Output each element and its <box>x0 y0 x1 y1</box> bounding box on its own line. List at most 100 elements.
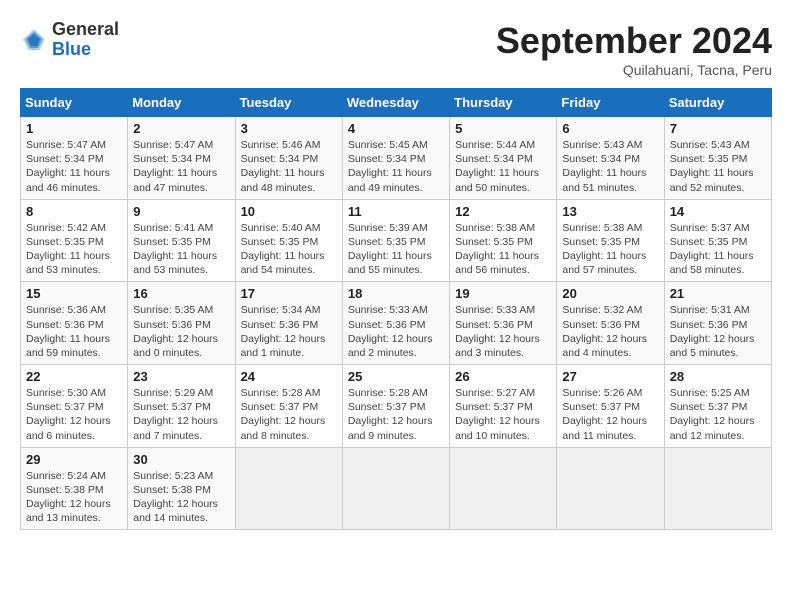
sunset-text: Sunset: 5:36 PM <box>562 319 640 331</box>
sunrise-text: Sunrise: 5:47 AM <box>26 139 106 151</box>
location-subtitle: Quilahuani, Tacna, Peru <box>496 62 772 78</box>
sunset-text: Sunset: 5:34 PM <box>241 153 319 165</box>
daylight-text: Daylight: 12 hours and 5 minutes. <box>670 333 755 359</box>
sunrise-text: Sunrise: 5:40 AM <box>241 222 321 234</box>
sunrise-text: Sunrise: 5:28 AM <box>241 387 321 399</box>
calendar-cell: 25 Sunrise: 5:28 AM Sunset: 5:37 PM Dayl… <box>342 365 449 448</box>
day-number: 9 <box>133 204 229 219</box>
calendar-cell: 29 Sunrise: 5:24 AM Sunset: 5:38 PM Dayl… <box>21 447 128 530</box>
sunset-text: Sunset: 5:38 PM <box>133 484 211 496</box>
daylight-text: Daylight: 12 hours and 0 minutes. <box>133 333 218 359</box>
sunrise-text: Sunrise: 5:32 AM <box>562 304 642 316</box>
sunrise-text: Sunrise: 5:39 AM <box>348 222 428 234</box>
calendar-cell <box>557 447 664 530</box>
day-info: Sunrise: 5:30 AM Sunset: 5:37 PM Dayligh… <box>26 386 122 443</box>
daylight-text: Daylight: 12 hours and 6 minutes. <box>26 415 111 441</box>
day-number: 26 <box>455 369 551 384</box>
day-number: 14 <box>670 204 766 219</box>
calendar-cell: 7 Sunrise: 5:43 AM Sunset: 5:35 PM Dayli… <box>664 117 771 200</box>
daylight-text: Daylight: 11 hours and 57 minutes. <box>562 250 646 276</box>
calendar-row: 15 Sunrise: 5:36 AM Sunset: 5:36 PM Dayl… <box>21 282 772 365</box>
day-number: 15 <box>26 286 122 301</box>
sunset-text: Sunset: 5:37 PM <box>455 401 533 413</box>
calendar-cell <box>450 447 557 530</box>
title-block: September 2024 Quilahuani, Tacna, Peru <box>496 20 772 78</box>
sunset-text: Sunset: 5:36 PM <box>241 319 319 331</box>
sunrise-text: Sunrise: 5:30 AM <box>26 387 106 399</box>
calendar-cell <box>235 447 342 530</box>
daylight-text: Daylight: 12 hours and 8 minutes. <box>241 415 326 441</box>
col-monday: Monday <box>128 89 235 117</box>
daylight-text: Daylight: 12 hours and 11 minutes. <box>562 415 647 441</box>
sunset-text: Sunset: 5:35 PM <box>241 236 319 248</box>
sunset-text: Sunset: 5:37 PM <box>562 401 640 413</box>
day-number: 5 <box>455 121 551 136</box>
sunset-text: Sunset: 5:35 PM <box>348 236 426 248</box>
calendar-cell: 26 Sunrise: 5:27 AM Sunset: 5:37 PM Dayl… <box>450 365 557 448</box>
day-info: Sunrise: 5:35 AM Sunset: 5:36 PM Dayligh… <box>133 303 229 360</box>
sunrise-text: Sunrise: 5:45 AM <box>348 139 428 151</box>
daylight-text: Daylight: 11 hours and 54 minutes. <box>241 250 325 276</box>
day-number: 23 <box>133 369 229 384</box>
sunrise-text: Sunrise: 5:24 AM <box>26 470 106 482</box>
sunrise-text: Sunrise: 5:23 AM <box>133 470 213 482</box>
sunrise-text: Sunrise: 5:27 AM <box>455 387 535 399</box>
calendar-cell: 6 Sunrise: 5:43 AM Sunset: 5:34 PM Dayli… <box>557 117 664 200</box>
daylight-text: Daylight: 11 hours and 51 minutes. <box>562 167 646 193</box>
day-number: 30 <box>133 452 229 467</box>
logo-icon <box>20 26 48 54</box>
day-number: 18 <box>348 286 444 301</box>
sunset-text: Sunset: 5:34 PM <box>562 153 640 165</box>
sunset-text: Sunset: 5:36 PM <box>348 319 426 331</box>
daylight-text: Daylight: 12 hours and 1 minute. <box>241 333 326 359</box>
sunrise-text: Sunrise: 5:34 AM <box>241 304 321 316</box>
sunrise-text: Sunrise: 5:43 AM <box>670 139 750 151</box>
logo-blue-text: Blue <box>52 39 91 59</box>
col-sunday: Sunday <box>21 89 128 117</box>
calendar-table: Sunday Monday Tuesday Wednesday Thursday… <box>20 88 772 530</box>
day-number: 10 <box>241 204 337 219</box>
calendar-cell: 14 Sunrise: 5:37 AM Sunset: 5:35 PM Dayl… <box>664 199 771 282</box>
calendar-cell: 1 Sunrise: 5:47 AM Sunset: 5:34 PM Dayli… <box>21 117 128 200</box>
col-friday: Friday <box>557 89 664 117</box>
col-thursday: Thursday <box>450 89 557 117</box>
daylight-text: Daylight: 11 hours and 53 minutes. <box>26 250 110 276</box>
daylight-text: Daylight: 11 hours and 53 minutes. <box>133 250 217 276</box>
day-info: Sunrise: 5:33 AM Sunset: 5:36 PM Dayligh… <box>455 303 551 360</box>
calendar-row: 22 Sunrise: 5:30 AM Sunset: 5:37 PM Dayl… <box>21 365 772 448</box>
calendar-cell: 3 Sunrise: 5:46 AM Sunset: 5:34 PM Dayli… <box>235 117 342 200</box>
day-number: 1 <box>26 121 122 136</box>
sunset-text: Sunset: 5:36 PM <box>26 319 104 331</box>
day-number: 8 <box>26 204 122 219</box>
sunset-text: Sunset: 5:38 PM <box>26 484 104 496</box>
sunrise-text: Sunrise: 5:29 AM <box>133 387 213 399</box>
daylight-text: Daylight: 12 hours and 12 minutes. <box>670 415 755 441</box>
daylight-text: Daylight: 12 hours and 9 minutes. <box>348 415 433 441</box>
sunrise-text: Sunrise: 5:33 AM <box>455 304 535 316</box>
daylight-text: Daylight: 11 hours and 52 minutes. <box>670 167 754 193</box>
calendar-row: 29 Sunrise: 5:24 AM Sunset: 5:38 PM Dayl… <box>21 447 772 530</box>
day-info: Sunrise: 5:41 AM Sunset: 5:35 PM Dayligh… <box>133 221 229 278</box>
sunrise-text: Sunrise: 5:31 AM <box>670 304 750 316</box>
calendar-cell: 15 Sunrise: 5:36 AM Sunset: 5:36 PM Dayl… <box>21 282 128 365</box>
month-title: September 2024 <box>496 20 772 62</box>
day-number: 16 <box>133 286 229 301</box>
daylight-text: Daylight: 12 hours and 13 minutes. <box>26 498 111 524</box>
calendar-cell: 21 Sunrise: 5:31 AM Sunset: 5:36 PM Dayl… <box>664 282 771 365</box>
daylight-text: Daylight: 12 hours and 7 minutes. <box>133 415 218 441</box>
calendar-cell: 23 Sunrise: 5:29 AM Sunset: 5:37 PM Dayl… <box>128 365 235 448</box>
sunset-text: Sunset: 5:37 PM <box>241 401 319 413</box>
day-info: Sunrise: 5:24 AM Sunset: 5:38 PM Dayligh… <box>26 469 122 526</box>
daylight-text: Daylight: 11 hours and 50 minutes. <box>455 167 539 193</box>
sunrise-text: Sunrise: 5:38 AM <box>455 222 535 234</box>
sunrise-text: Sunrise: 5:41 AM <box>133 222 213 234</box>
sunset-text: Sunset: 5:37 PM <box>26 401 104 413</box>
sunset-text: Sunset: 5:34 PM <box>348 153 426 165</box>
sunset-text: Sunset: 5:35 PM <box>133 236 211 248</box>
col-tuesday: Tuesday <box>235 89 342 117</box>
day-info: Sunrise: 5:42 AM Sunset: 5:35 PM Dayligh… <box>26 221 122 278</box>
calendar-cell: 2 Sunrise: 5:47 AM Sunset: 5:34 PM Dayli… <box>128 117 235 200</box>
calendar-cell: 24 Sunrise: 5:28 AM Sunset: 5:37 PM Dayl… <box>235 365 342 448</box>
day-number: 25 <box>348 369 444 384</box>
sunset-text: Sunset: 5:34 PM <box>455 153 533 165</box>
